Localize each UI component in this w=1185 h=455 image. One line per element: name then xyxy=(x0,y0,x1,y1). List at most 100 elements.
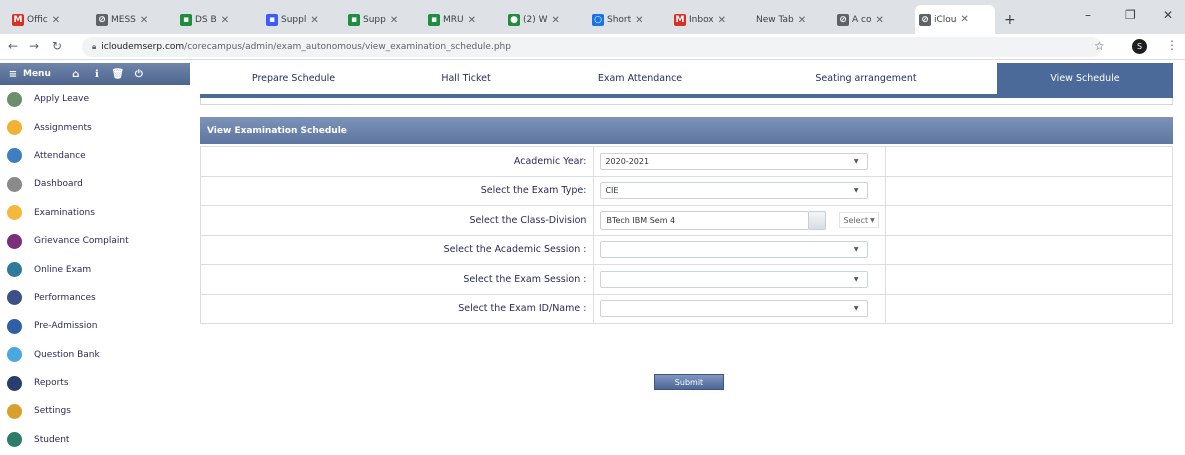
reports-icon xyxy=(7,375,22,391)
field-control-cell: ▼ xyxy=(593,293,887,324)
home-icon[interactable]: ⌂ xyxy=(69,67,83,81)
submit-button[interactable]: Submit xyxy=(654,374,724,390)
minimize-icon[interactable]: – xyxy=(1085,8,1091,22)
close-tab-icon[interactable]: ✕ xyxy=(310,15,318,26)
gmail-icon: M xyxy=(674,14,686,26)
sidebar-item[interactable]: Online Exam xyxy=(0,255,190,283)
browser-tab[interactable]: ▪ Suppl ✕ xyxy=(262,8,342,32)
doc-icon: ▪ xyxy=(266,14,278,26)
trash-icon[interactable]: 🗑︎ xyxy=(111,67,125,81)
browser-tab[interactable]: ● (2) W ✕ xyxy=(504,8,584,32)
field-label: Select the Exam Type: xyxy=(199,175,595,206)
close-tab-icon[interactable]: ✕ xyxy=(52,15,60,26)
browser-tab[interactable]: ⊘ A co ✕ xyxy=(833,8,913,32)
top-nav-tab[interactable]: View Schedule xyxy=(997,63,1173,94)
select-value: 2020-2021 xyxy=(605,156,650,166)
empty-cell xyxy=(885,175,1173,206)
empty-cell xyxy=(885,234,1173,265)
forward-icon[interactable]: → xyxy=(29,39,39,53)
close-tab-icon[interactable]: ✕ xyxy=(718,15,726,26)
browser-tab-title: iClou xyxy=(934,14,957,25)
sidebar-item[interactable]: Performances xyxy=(0,284,190,312)
sidebar-item[interactable]: Settings xyxy=(0,397,190,425)
browser-tab[interactable]: ○ Short ✕ xyxy=(588,8,668,32)
browser-tab[interactable]: M Inbox ✕ xyxy=(670,8,750,32)
sidebar-item-label: Pre-Admission xyxy=(34,321,98,332)
sidebar-item[interactable]: Assignments xyxy=(0,113,190,141)
new-tab-button[interactable]: + xyxy=(1000,8,1020,32)
dropdown-select[interactable]: 2020-2021 ▼ xyxy=(600,152,869,170)
top-nav-underbar xyxy=(200,98,1173,105)
browser-tab[interactable]: New Tab ✕ xyxy=(752,8,832,32)
browser-tab[interactable]: ⊘ MESS ✕ xyxy=(92,8,172,32)
reload-icon[interactable]: ↻ xyxy=(52,39,62,53)
pre-admission-icon xyxy=(7,318,22,334)
top-nav-tab[interactable]: Prepare Schedule xyxy=(200,63,387,94)
attendance-icon xyxy=(7,148,22,164)
info-icon[interactable]: ℹ xyxy=(90,67,104,81)
sidebar-item[interactable]: Grievance Complaint xyxy=(0,227,190,255)
profile-avatar[interactable]: S xyxy=(1132,39,1147,54)
close-tab-icon[interactable]: ✕ xyxy=(635,15,643,26)
sidebar-item-label: Assignments xyxy=(34,122,92,133)
class-division-input[interactable]: BTech IBM Sem 4 xyxy=(600,210,810,230)
close-tab-icon[interactable]: ✕ xyxy=(140,15,148,26)
sidebar-item[interactable]: Question Bank xyxy=(0,341,190,369)
maximize-icon[interactable]: ❐ xyxy=(1125,8,1136,22)
grievance-icon xyxy=(7,233,22,249)
sidebar-item[interactable]: Pre-Admission xyxy=(0,312,190,340)
dropdown-select[interactable]: CIE ▼ xyxy=(600,182,869,200)
dropdown-select[interactable]: ▼ xyxy=(600,270,869,288)
top-nav-tab[interactable]: Exam Attendance xyxy=(545,63,735,94)
field-control-cell: BTech IBM Sem 4 Select ▼ xyxy=(593,205,887,236)
browser-tab[interactable]: ▪ DS B ✕ xyxy=(176,8,256,32)
browser-tab-title: A co xyxy=(852,15,872,25)
sidebar-item[interactable]: Reports xyxy=(0,369,190,397)
hamburger-icon[interactable]: ≡ xyxy=(6,67,20,81)
back-icon[interactable]: ← xyxy=(8,39,18,53)
close-tab-icon[interactable]: ✕ xyxy=(875,15,883,26)
field-label: Select the Exam Session : xyxy=(199,264,595,295)
power-icon[interactable]: ⏻ xyxy=(132,67,146,81)
sidebar-item[interactable]: Apply Leave xyxy=(0,85,190,113)
panel-title: View Examination Schedule xyxy=(200,117,1173,144)
dropdown-select[interactable]: ▼ xyxy=(600,241,869,259)
class-division-select[interactable]: Select ▼ xyxy=(839,212,879,229)
browser-tab[interactable]: ▪ MRU ✕ xyxy=(424,8,504,32)
browser-tab[interactable]: ▪ Supp ✕ xyxy=(344,8,424,32)
browser-tab-title: (2) W xyxy=(523,15,548,25)
sidebar-item[interactable]: Attendance xyxy=(0,142,190,170)
field-label: Academic Year: xyxy=(199,146,595,177)
close-tab-icon[interactable]: ✕ xyxy=(961,14,969,25)
browser-tab-title: DS B xyxy=(195,15,217,25)
browser-tab[interactable]: ⊘ iClou ✕ xyxy=(915,5,995,34)
combo-dropdown-button[interactable] xyxy=(809,210,827,230)
browser-tab-title: Supp xyxy=(363,15,386,25)
sidebar-item[interactable]: Examinations xyxy=(0,199,190,227)
top-nav-tab[interactable]: Seating arrangement xyxy=(735,63,997,94)
close-tab-icon[interactable]: ✕ xyxy=(798,15,806,26)
browser-tab[interactable]: M Offic ✕ xyxy=(8,8,88,32)
menu-label[interactable]: Menu xyxy=(23,69,51,79)
browser-tab-title: New Tab xyxy=(756,15,794,25)
form-row: Select the Exam Session : ▼ xyxy=(199,264,1173,295)
bookmark-star-icon[interactable]: ☆ xyxy=(1094,39,1105,53)
dropdown-select[interactable]: ▼ xyxy=(600,300,869,318)
sidebar-item[interactable]: Dashboard xyxy=(0,170,190,198)
empty-cell xyxy=(885,205,1173,236)
sidebar-item-label: Reports xyxy=(34,378,69,389)
close-window-icon[interactable]: ✕ xyxy=(1163,8,1173,22)
browser-menu-icon[interactable]: ⋮ xyxy=(1166,38,1178,52)
close-tab-icon[interactable]: ✕ xyxy=(390,15,398,26)
browser-tab-strip: M Offic ✕ ⊘ MESS ✕ ▪ DS B ✕ ▪ Suppl ✕ ▪ Supp ✕ ▪ MRU ✕ ● (2… xyxy=(0,0,1185,34)
close-tab-icon[interactable]: ✕ xyxy=(468,15,476,26)
sidebar-item-label: Grievance Complaint xyxy=(34,236,129,247)
field-control-cell: 2020-2021 ▼ xyxy=(593,146,887,177)
close-tab-icon[interactable]: ✕ xyxy=(221,15,229,26)
top-nav-tab[interactable]: Hall Ticket xyxy=(387,63,545,94)
sidebar-item[interactable]: Student xyxy=(0,426,190,454)
close-tab-icon[interactable]: ✕ xyxy=(552,15,560,26)
performances-icon xyxy=(7,290,22,306)
url-host: icloudemserp.com xyxy=(101,42,185,52)
url-field[interactable]: 🔒︎ icloudemserp.com /corecampus/admin/ex… xyxy=(82,37,1102,57)
